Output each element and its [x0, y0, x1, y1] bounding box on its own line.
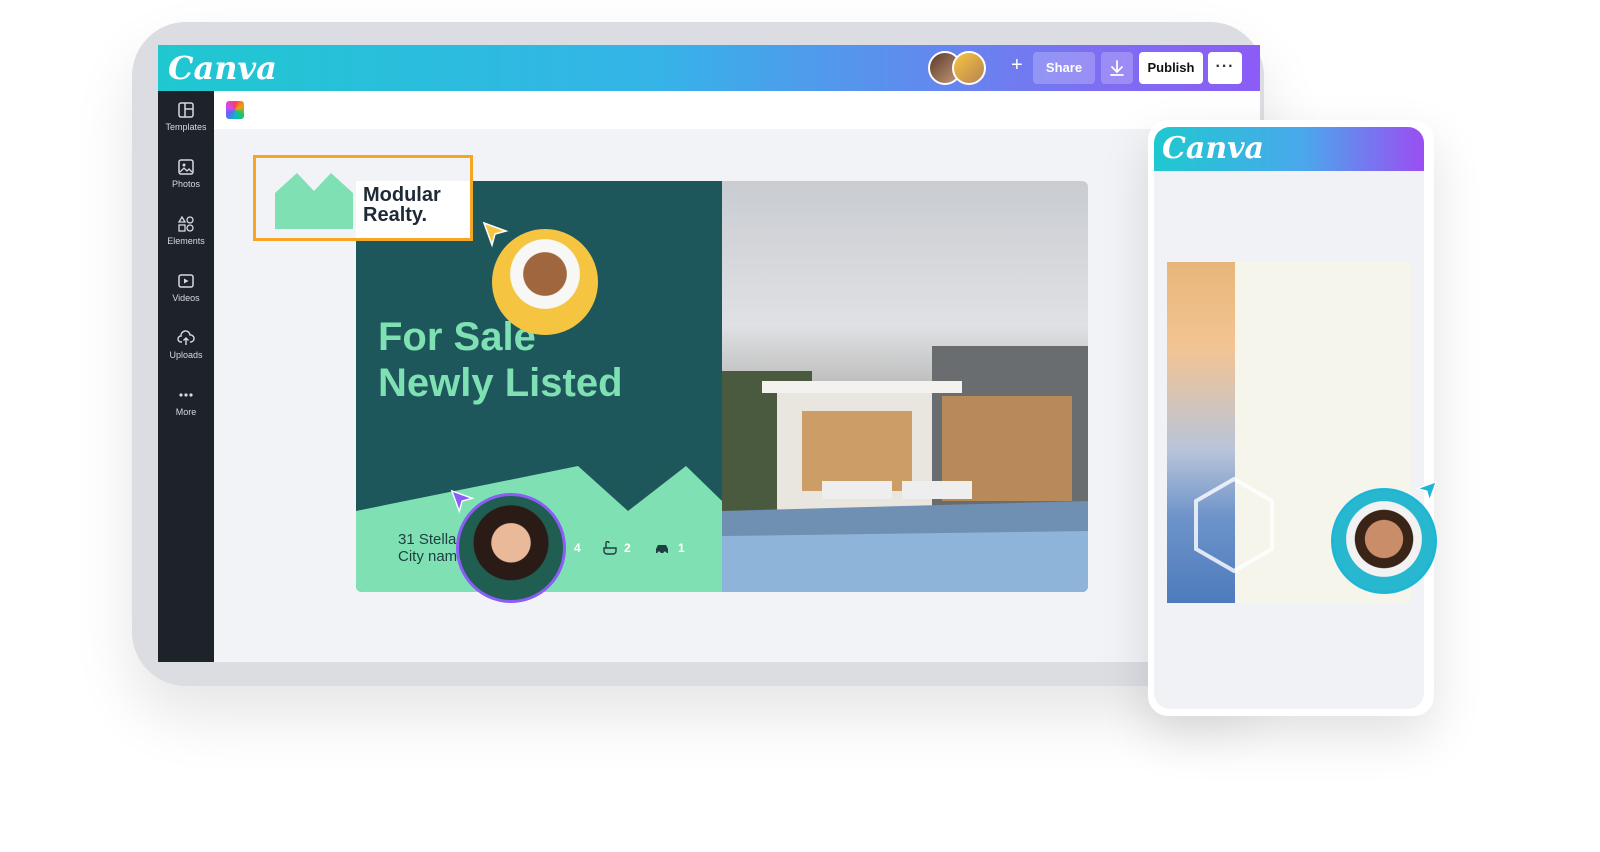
selection-box[interactable] [253, 155, 473, 241]
publish-button[interactable]: Publish [1139, 52, 1203, 84]
sidebar-item-uploads[interactable]: Uploads [158, 329, 214, 360]
bath-icon [603, 541, 617, 555]
uploads-icon [177, 330, 195, 345]
canva-logo[interactable]: Canva [1162, 131, 1264, 166]
sidebar-item-label: Photos [171, 179, 201, 189]
sidebar-item-more[interactable]: More [158, 386, 214, 417]
add-collaborator-icon[interactable]: + [1011, 54, 1023, 77]
sidebar-item-label: Elements [167, 236, 205, 246]
color-picker-icon[interactable] [226, 101, 244, 119]
collaborator-avatar[interactable] [952, 51, 986, 85]
collaborator-photo [492, 229, 598, 335]
house-illustration [722, 346, 1088, 592]
top-bar: Canva + Share Publish ··· [158, 45, 1260, 91]
address-line: City nam [398, 548, 458, 565]
house-photo [722, 181, 1088, 592]
photos-icon [178, 159, 194, 175]
headline-line: Newly Listed [378, 361, 623, 405]
hexagon-shape [1194, 476, 1274, 574]
baths-count: 2 [624, 541, 631, 555]
videos-icon [178, 274, 194, 288]
car-icon [656, 545, 668, 555]
download-icon [1110, 60, 1124, 76]
sidebar-item-templates[interactable]: Templates [158, 101, 214, 132]
address: 31 Stella City nam [398, 531, 457, 565]
sidebar-item-photos[interactable]: Photos [158, 158, 214, 189]
beds-count: 4 [574, 541, 581, 555]
sidebar-item-videos[interactable]: Videos [158, 272, 214, 303]
sidebar: Templates Photos Elements Videos Uploads… [158, 91, 214, 662]
more-options-button[interactable]: ··· [1208, 52, 1242, 84]
canva-logo[interactable]: Canva [168, 49, 277, 87]
sidebar-item-elements[interactable]: Elements [158, 215, 214, 246]
cars-count: 1 [678, 541, 685, 555]
phone-top-bar: Canva [1154, 127, 1424, 171]
phone-screen: Canva [1154, 127, 1424, 709]
address-line: 31 Stella [398, 531, 457, 548]
headline: For Sale Newly Listed [378, 314, 623, 406]
sidebar-item-label: Videos [172, 293, 200, 303]
editor-toolbar [214, 91, 1260, 129]
more-icon [179, 393, 193, 397]
editor-screen: Canva + Share Publish ··· Templates Phot… [158, 45, 1260, 662]
headline-line: For Sale [378, 315, 536, 359]
sidebar-item-label: More [175, 407, 197, 417]
elements-icon [177, 215, 194, 232]
download-button[interactable] [1101, 52, 1133, 84]
sidebar-item-label: Templates [165, 122, 207, 132]
share-button[interactable]: Share [1033, 52, 1095, 84]
collaborator-photo [456, 493, 566, 603]
templates-icon [178, 102, 194, 118]
sidebar-item-label: Uploads [169, 350, 203, 360]
collaborator-photo [1331, 488, 1437, 594]
